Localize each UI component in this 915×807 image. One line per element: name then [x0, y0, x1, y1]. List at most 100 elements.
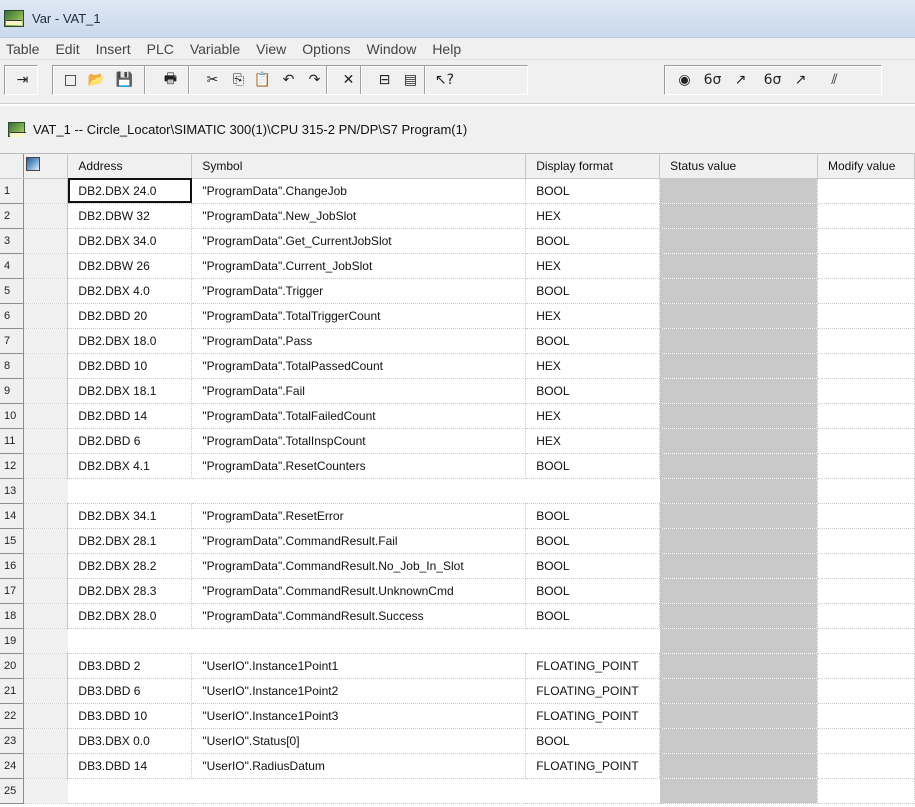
update-monitor-icon[interactable]: 6σ	[760, 67, 785, 92]
status-value-cell[interactable]	[659, 528, 818, 554]
display-format-cell[interactable]: HEX	[525, 203, 661, 229]
column-header-address[interactable]: Address	[67, 154, 193, 179]
address-cell[interactable]	[67, 478, 192, 504]
display-format-cell[interactable]: BOOL	[525, 578, 661, 604]
table-row[interactable]: 20 DB3.DBD 2 "UserIO".Instance1Point1 FLOAT…	[0, 653, 915, 679]
module-icon[interactable]: ▤	[398, 67, 423, 92]
table-row[interactable]: 22 DB3.DBD 10 "UserIO".Instance1Point3 FLOA…	[0, 703, 915, 729]
status-value-cell[interactable]	[659, 278, 818, 304]
status-value-cell[interactable]	[659, 728, 818, 754]
address-cell[interactable]: DB2.DBD 10	[67, 353, 193, 379]
symbol-cell[interactable]: "ProgramData".CommandResult.No_Job_In_Sl…	[191, 553, 527, 579]
symbol-cell[interactable]: "ProgramData".Pass	[191, 328, 527, 354]
display-format-cell[interactable]: HEX	[525, 253, 661, 279]
address-cell[interactable]: DB2.DBX 4.1	[67, 453, 193, 479]
modify-value-cell[interactable]	[817, 553, 915, 579]
open-icon[interactable]: 📂	[84, 67, 109, 92]
display-format-cell[interactable]: BOOL	[525, 603, 661, 629]
symbol-cell[interactable]: "ProgramData".TotalPassedCount	[191, 353, 527, 379]
status-value-cell[interactable]	[659, 478, 818, 504]
symbol-cell[interactable]: "ProgramData".New_JobSlot	[191, 203, 527, 229]
status-value-cell[interactable]	[659, 603, 818, 629]
display-format-cell[interactable]	[525, 478, 660, 504]
pin-icon[interactable]: ⇥	[10, 67, 35, 92]
display-format-cell[interactable]: FLOATING_POINT	[525, 678, 661, 704]
symbol-cell[interactable]: "UserIO".RadiusDatum	[191, 753, 527, 779]
address-cell[interactable]: DB2.DBW 32	[67, 203, 193, 229]
table-row[interactable]: 3 DB2.DBX 34.0 "ProgramData".Get_CurrentJo…	[0, 228, 915, 254]
display-format-cell[interactable]: BOOL	[525, 453, 661, 479]
display-format-cell[interactable]	[525, 778, 660, 804]
modify-value-cell[interactable]	[817, 453, 915, 479]
address-cell[interactable]: DB2.DBX 28.3	[67, 578, 193, 604]
status-value-cell[interactable]	[659, 253, 818, 279]
monitor-variable-icon[interactable]: 6σ	[700, 67, 725, 92]
symbol-cell[interactable]: "ProgramData".ChangeJob	[191, 178, 527, 204]
address-cell[interactable]: DB2.DBX 34.0	[67, 228, 193, 254]
modify-value-cell[interactable]	[817, 503, 915, 529]
modify-value-cell[interactable]	[817, 328, 915, 354]
modify-variable-icon[interactable]: ↗	[728, 67, 753, 92]
display-format-cell[interactable]: BOOL	[525, 228, 661, 254]
status-value-cell[interactable]	[659, 353, 818, 379]
table-row[interactable]: 7 DB2.DBX 18.0 "ProgramData".Pass BOOL	[0, 328, 915, 354]
symbol-cell[interactable]	[191, 778, 526, 804]
menu-window[interactable]: Window	[359, 41, 425, 57]
display-format-cell[interactable]	[525, 628, 660, 654]
table-row[interactable]: 5 DB2.DBX 4.0 "ProgramData".Trigger BOOL	[0, 278, 915, 304]
modify-value-cell[interactable]	[817, 428, 915, 454]
table-row[interactable]: 1 DB2.DBX 24.0 "ProgramData".ChangeJob BOOL	[0, 178, 915, 204]
display-format-cell[interactable]: BOOL	[525, 728, 661, 754]
modify-value-cell[interactable]	[817, 778, 915, 804]
display-format-cell[interactable]: BOOL	[525, 328, 661, 354]
save-icon[interactable]: 💾	[112, 67, 137, 92]
status-value-cell[interactable]	[659, 553, 818, 579]
status-value-cell[interactable]	[659, 228, 818, 254]
modify-value-cell[interactable]	[817, 253, 915, 279]
symbol-cell[interactable]: "ProgramData".CommandResult.Success	[191, 603, 527, 629]
display-format-cell[interactable]: BOOL	[525, 278, 661, 304]
status-value-cell[interactable]	[659, 753, 818, 779]
table-row[interactable]: 12 DB2.DBX 4.1 "ProgramData".ResetCounters…	[0, 453, 915, 479]
symbol-cell[interactable]: "ProgramData".TotalInspCount	[191, 428, 527, 454]
address-cell[interactable]: DB2.DBD 14	[67, 403, 193, 429]
display-format-cell[interactable]: FLOATING_POINT	[525, 653, 661, 679]
address-cell[interactable]: DB2.DBD 20	[67, 303, 193, 329]
column-header-status-value[interactable]: Status value	[659, 154, 818, 179]
address-cell[interactable]: DB3.DBD 2	[67, 653, 193, 679]
table-row[interactable]: 4 DB2.DBW 26 "ProgramData".Current_JobSlot…	[0, 253, 915, 279]
status-value-cell[interactable]	[659, 303, 818, 329]
symbol-cell[interactable]: "ProgramData".CommandResult.Fail	[191, 528, 527, 554]
monitor-icon[interactable]: ◉	[672, 67, 697, 92]
table-row[interactable]: 15 DB2.DBX 28.1 "ProgramData".CommandResul…	[0, 528, 915, 554]
display-format-cell[interactable]: HEX	[525, 428, 661, 454]
status-value-cell[interactable]	[659, 503, 818, 529]
delete-icon[interactable]: ✕	[336, 67, 361, 92]
status-value-cell[interactable]	[659, 678, 818, 704]
status-value-cell[interactable]	[659, 203, 818, 229]
print-icon[interactable]: 🖶	[158, 67, 183, 92]
display-format-cell[interactable]: BOOL	[525, 178, 661, 204]
address-cell[interactable]: DB2.DBX 18.1	[67, 378, 193, 404]
status-value-cell[interactable]	[659, 328, 818, 354]
modify-value-cell[interactable]	[817, 628, 915, 654]
status-value-cell[interactable]	[659, 428, 818, 454]
table-row[interactable]: 23 DB3.DBX 0.0 "UserIO".Status[0] BOOL	[0, 728, 915, 754]
symbol-cell[interactable]: "ProgramData".CommandResult.UnknownCmd	[191, 578, 527, 604]
help-pointer-icon[interactable]: ↖?	[432, 67, 457, 92]
redo-icon[interactable]: ↷	[302, 67, 327, 92]
table-row[interactable]: 17 DB2.DBX 28.3 "ProgramData".CommandResul…	[0, 578, 915, 604]
symbol-cell[interactable]: "ProgramData".Trigger	[191, 278, 527, 304]
display-format-cell[interactable]: HEX	[525, 303, 661, 329]
table-row[interactable]: 14 DB2.DBX 34.1 "ProgramData".ResetError BO…	[0, 503, 915, 529]
address-cell[interactable]: DB2.DBD 6	[67, 428, 193, 454]
symbol-cell[interactable]: "UserIO".Status[0]	[191, 728, 527, 754]
column-header-symbol[interactable]: Symbol	[191, 154, 527, 179]
symbol-cell[interactable]: "ProgramData".TotalTriggerCount	[191, 303, 527, 329]
symbol-cell[interactable]: "UserIO".Instance1Point2	[191, 678, 527, 704]
modify-value-cell[interactable]	[817, 578, 915, 604]
modify-value-cell[interactable]	[817, 378, 915, 404]
status-value-cell[interactable]	[659, 578, 818, 604]
symbol-cell[interactable]: "ProgramData".ResetError	[191, 503, 527, 529]
symbol-cell[interactable]: "UserIO".Instance1Point3	[191, 703, 527, 729]
